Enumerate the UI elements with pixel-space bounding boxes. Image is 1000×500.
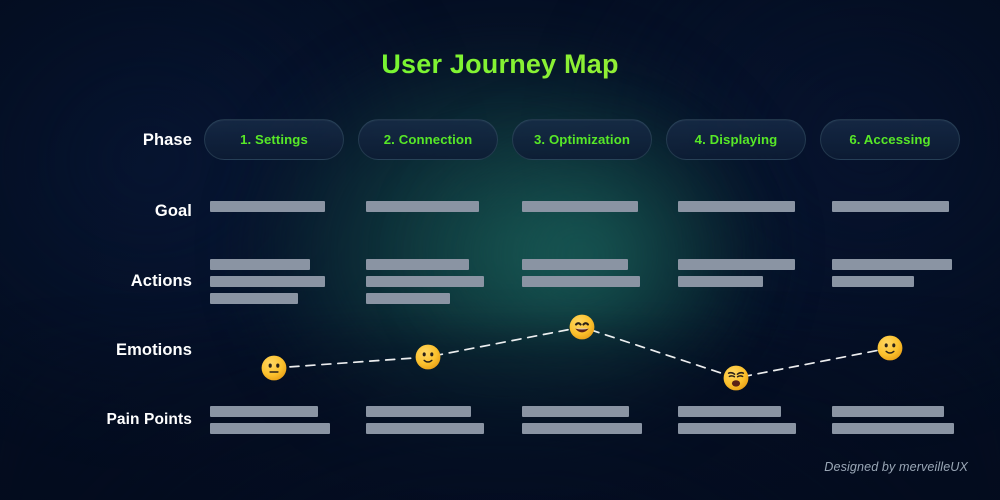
goal-bar-c4-1 [678,201,795,212]
phase-pill-5[interactable]: 6. Accessing [820,119,960,160]
page-title: User Journey Map [0,49,1000,80]
emotion-neutral-face-icon [260,354,288,382]
emotion-grinning-face-with-smiling-eyes-icon [568,313,596,341]
pain-points-bar-c3-1 [522,406,629,417]
phase-pill-label: 4. Displaying [694,132,778,147]
pain-points-bar-c2-1 [366,406,471,417]
phase-pill-label: 1. Settings [240,132,308,147]
footer-credit: Designed by merveilleUX [824,460,968,474]
actions-bar-c2-1 [366,259,469,270]
pain-points-bar-c3-2 [522,423,642,434]
pain-points-bar-c5-2 [832,423,954,434]
actions-bar-c5-2 [832,276,914,287]
actions-bar-c1-1 [210,259,310,270]
actions-bar-c3-2 [522,276,640,287]
goal-bar-c5-1 [832,201,949,212]
journey-map-canvas: User Journey Map Phase Goal Actions Emot… [0,0,1000,500]
row-label-actions: Actions [130,272,192,290]
actions-bar-c4-2 [678,276,763,287]
emotion-slightly-smiling-face-icon [876,334,904,362]
phase-pill-1[interactable]: 1. Settings [204,119,344,160]
phase-pill-4[interactable]: 4. Displaying [666,119,806,160]
actions-bar-c1-3 [210,293,298,304]
phase-pill-2[interactable]: 2. Connection [358,119,498,160]
row-label-goal: Goal [154,202,192,220]
actions-bar-c2-2 [366,276,484,287]
actions-bar-c1-2 [210,276,325,287]
pain-points-bar-c4-2 [678,423,796,434]
phase-pill-label: 6. Accessing [849,132,931,147]
phase-pill-3[interactable]: 3. Optimization [512,119,652,160]
emotion-weary-face-icon [722,364,750,392]
goal-bar-c3-1 [522,201,638,212]
actions-bar-c5-1 [832,259,952,270]
goal-bar-c1-1 [210,201,325,212]
goal-bar-c2-1 [366,201,479,212]
pain-points-bar-c1-2 [210,423,330,434]
actions-bar-c3-1 [522,259,628,270]
row-label-emotions: Emotions [116,341,192,359]
pain-points-bar-c5-1 [832,406,944,417]
row-label-phase: Phase [142,131,192,149]
pain-points-bar-c4-1 [678,406,781,417]
actions-bar-c4-1 [678,259,795,270]
phase-pill-label: 2. Connection [383,132,473,147]
pain-points-bar-c2-2 [366,423,484,434]
row-label-pain-points: Pain Points [106,411,192,428]
emotion-slightly-smiling-face-icon [414,343,442,371]
phase-pill-label: 3. Optimization [533,132,630,147]
actions-bar-c2-3 [366,293,450,304]
pain-points-bar-c1-1 [210,406,318,417]
